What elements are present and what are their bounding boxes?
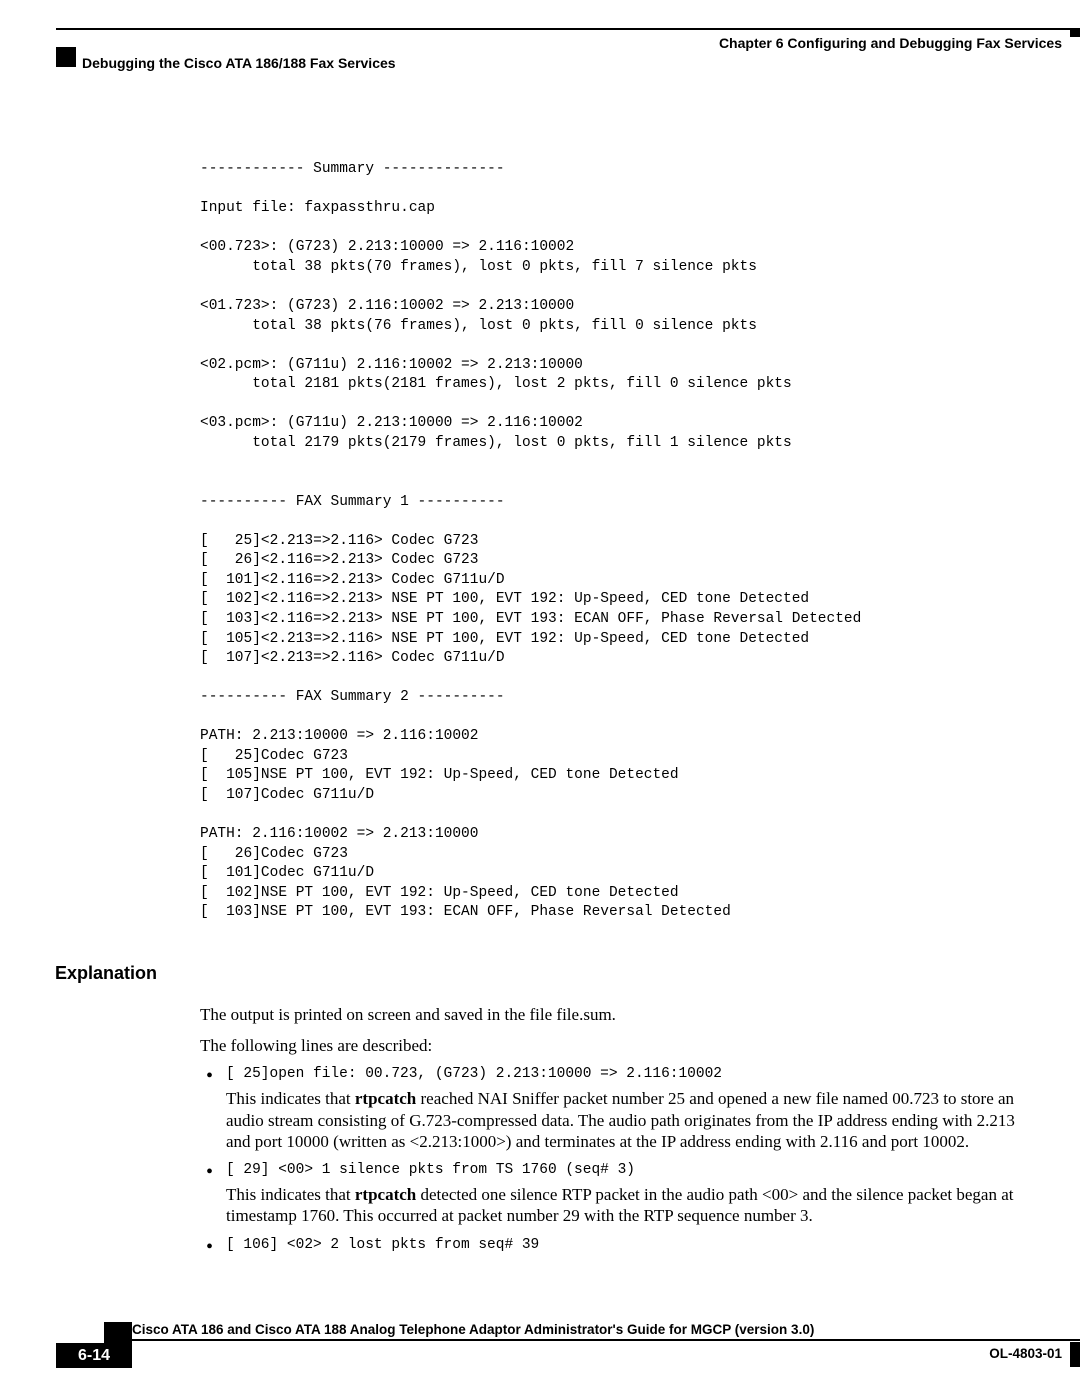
header-square-icon xyxy=(56,47,76,67)
list-item-body: This indicates that rtpcatch reached NAI… xyxy=(226,1089,1015,1151)
footer-guide-title: Cisco ATA 186 and Cisco ATA 188 Analog T… xyxy=(132,1322,814,1337)
page-content: ------------ Summary -------------- Inpu… xyxy=(200,160,1040,1263)
footer-rule xyxy=(132,1339,1080,1341)
list-item: [ 106] <02> 2 lost pkts from seq# 39 xyxy=(200,1237,1040,1253)
code-line: [ 25]open file: 00.723, (G723) 2.213:100… xyxy=(226,1066,1040,1082)
text-run: This indicates that xyxy=(226,1185,355,1204)
header-rule xyxy=(56,28,1080,30)
section-title: Debugging the Cisco ATA 186/188 Fax Serv… xyxy=(82,55,396,71)
list-item-body: This indicates that rtpcatch detected on… xyxy=(226,1185,1013,1225)
list-item: [ 29] <00> 1 silence pkts from TS 1760 (… xyxy=(200,1162,1040,1227)
explanation-heading: Explanation xyxy=(55,963,1040,984)
footer-right-rule xyxy=(1070,1342,1080,1367)
text-run: This indicates that xyxy=(226,1089,355,1108)
code-line: [ 29] <00> 1 silence pkts from TS 1760 (… xyxy=(226,1162,1040,1178)
bold-term: rtpcatch xyxy=(355,1185,416,1204)
bold-term: rtpcatch xyxy=(355,1089,416,1108)
footer-doc-code: OL-4803-01 xyxy=(989,1346,1062,1361)
code-line: [ 106] <02> 2 lost pkts from seq# 39 xyxy=(226,1237,1040,1253)
body-paragraph: The output is printed on screen and save… xyxy=(200,1004,1040,1025)
bullet-list: [ 25]open file: 00.723, (G723) 2.213:100… xyxy=(200,1066,1040,1252)
page-number: 6-14 xyxy=(56,1343,132,1368)
list-item: [ 25]open file: 00.723, (G723) 2.213:100… xyxy=(200,1066,1040,1152)
body-paragraph: The following lines are described: xyxy=(200,1035,1040,1056)
code-block: ------------ Summary -------------- Inpu… xyxy=(200,160,1040,923)
header-right-rule xyxy=(1070,30,1080,37)
chapter-title: Chapter 6 Configuring and Debugging Fax … xyxy=(719,35,1062,51)
